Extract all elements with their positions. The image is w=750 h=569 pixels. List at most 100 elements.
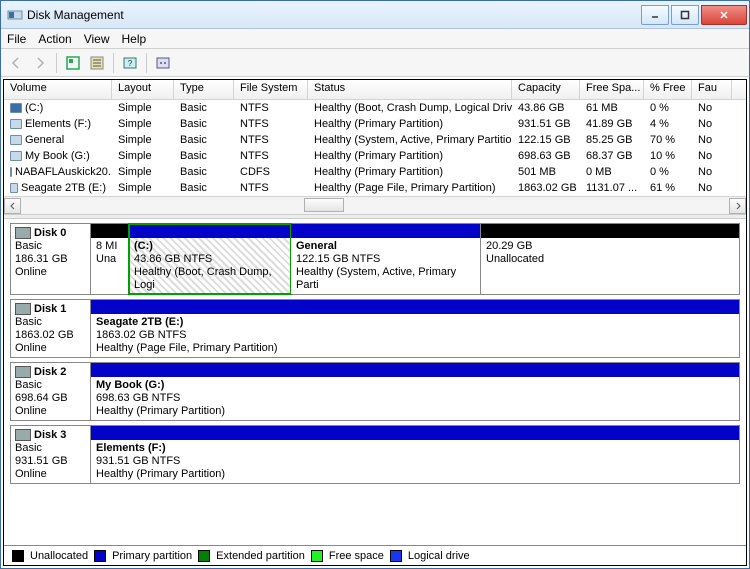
volume-row[interactable]: (C:)SimpleBasicNTFSHealthy (Boot, Crash … [4, 100, 746, 116]
volume-row[interactable]: Seagate 2TB (E:)SimpleBasicNTFSHealthy (… [4, 180, 746, 196]
content: Volume Layout Type File System Status Ca… [3, 79, 747, 566]
menu-view[interactable]: View [84, 32, 110, 46]
partition[interactable]: General122.15 GB NTFSHealthy (System, Ac… [291, 224, 481, 294]
back-button[interactable] [5, 52, 27, 74]
app-icon [7, 7, 23, 23]
partition[interactable]: My Book (G:)698.63 GB NTFSHealthy (Prima… [91, 363, 739, 420]
horizontal-scrollbar[interactable] [4, 196, 746, 214]
toolbar-separator [146, 53, 147, 73]
disk-name: Disk 3 [34, 429, 66, 442]
disk-info: Disk 3Basic931.51 GBOnline [11, 426, 91, 483]
menu-file[interactable]: File [7, 32, 26, 46]
scroll-left-button[interactable] [4, 198, 21, 214]
volume-fau: No [692, 134, 732, 146]
disk-row[interactable]: Disk 0Basic186.31 GBOnline8 MIUna(C:)43.… [10, 223, 740, 295]
volume-fs: NTFS [234, 182, 308, 194]
disk-row[interactable]: Disk 1Basic1863.02 GBOnlineSeagate 2TB (… [10, 299, 740, 358]
partition-stripe [129, 224, 290, 238]
toolbar-separator [113, 53, 114, 73]
legend-free: Free space [329, 550, 384, 562]
volume-pfree: 4 % [644, 118, 692, 130]
partition-stripe [291, 224, 480, 238]
partition[interactable]: 8 MIUna [91, 224, 129, 294]
partition-line2: Unallocated [486, 253, 544, 265]
volume-type: Basic [174, 166, 234, 178]
volume-name: (C:) [25, 102, 43, 114]
volume-row[interactable]: NABAFLAuskick20...SimpleBasicCDFSHealthy… [4, 164, 746, 180]
col-volume[interactable]: Volume [4, 80, 112, 99]
legend: Unallocated Primary partition Extended p… [4, 545, 746, 565]
disk-icon [15, 227, 31, 239]
col-freespace[interactable]: Free Spa... [580, 80, 644, 99]
volume-row[interactable]: GeneralSimpleBasicNTFSHealthy (System, A… [4, 132, 746, 148]
volume-pfree: 0 % [644, 102, 692, 114]
partition-line2: Una [96, 253, 116, 265]
partition-line1: 8 MI [96, 240, 117, 252]
properties-button[interactable] [86, 52, 108, 74]
legend-swatch-unallocated [12, 550, 24, 562]
partition-line1: 931.51 GB NTFS [96, 455, 180, 467]
partition[interactable]: 20.29 GBUnallocated [481, 224, 739, 294]
disk-status: Online [15, 405, 86, 418]
partition-line2: Healthy (Primary Partition) [96, 468, 225, 480]
menu-help[interactable]: Help [122, 32, 147, 46]
menu-action[interactable]: Action [38, 32, 71, 46]
col-fault[interactable]: Fau [692, 80, 732, 99]
partition-stripe [91, 363, 739, 377]
volume-layout: Simple [112, 166, 174, 178]
legend-extended: Extended partition [216, 550, 305, 562]
scroll-track[interactable] [21, 198, 729, 214]
volume-capacity: 43.86 GB [512, 102, 580, 114]
partition-line2: Healthy (System, Active, Primary Parti [296, 266, 456, 291]
help-button[interactable]: ? [119, 52, 141, 74]
forward-button[interactable] [29, 52, 51, 74]
disk-row[interactable]: Disk 2Basic698.64 GBOnlineMy Book (G:)69… [10, 362, 740, 421]
settings-button[interactable] [152, 52, 174, 74]
disk-status: Online [15, 468, 86, 481]
scroll-right-button[interactable] [729, 198, 746, 214]
col-type[interactable]: Type [174, 80, 234, 99]
disk-name: Disk 0 [34, 227, 66, 240]
scroll-thumb[interactable] [304, 198, 344, 212]
partition[interactable]: (C:)43.86 GB NTFSHealthy (Boot, Crash Du… [129, 224, 291, 294]
col-filesystem[interactable]: File System [234, 80, 308, 99]
partition[interactable]: Seagate 2TB (E:)1863.02 GB NTFSHealthy (… [91, 300, 739, 357]
volume-header: Volume Layout Type File System Status Ca… [4, 80, 746, 100]
partition-line1: 20.29 GB [486, 240, 532, 252]
window: Disk Management File Action View Help ? … [0, 0, 750, 569]
disk-pane[interactable]: Disk 0Basic186.31 GBOnline8 MIUna(C:)43.… [4, 219, 746, 545]
col-layout[interactable]: Layout [112, 80, 174, 99]
volume-status: Healthy (Primary Partition) [308, 166, 512, 178]
volume-status: Healthy (Primary Partition) [308, 150, 512, 162]
volume-fs: NTFS [234, 134, 308, 146]
partition-line1: 43.86 GB NTFS [134, 253, 212, 265]
maximize-button[interactable] [671, 5, 699, 25]
close-button[interactable] [701, 5, 747, 25]
volume-row[interactable]: Elements (F:)SimpleBasicNTFSHealthy (Pri… [4, 116, 746, 132]
disk-size: 931.51 GB [15, 455, 86, 468]
col-status[interactable]: Status [308, 80, 512, 99]
volume-row[interactable]: My Book (G:)SimpleBasicNTFSHealthy (Prim… [4, 148, 746, 164]
volume-fau: No [692, 102, 732, 114]
col-percent-free[interactable]: % Free [644, 80, 692, 99]
volume-list[interactable]: (C:)SimpleBasicNTFSHealthy (Boot, Crash … [4, 100, 746, 196]
disk-icon [15, 303, 31, 315]
volume-fau: No [692, 150, 732, 162]
volume-type: Basic [174, 102, 234, 114]
disk-partitions: Elements (F:)931.51 GB NTFSHealthy (Prim… [91, 426, 739, 483]
disk-status: Online [15, 342, 86, 355]
drive-icon [10, 103, 22, 113]
legend-swatch-logical [390, 550, 402, 562]
volume-free: 85.25 GB [580, 134, 644, 146]
disk-type: Basic [15, 240, 86, 253]
volume-fs: NTFS [234, 102, 308, 114]
partition-stripe [91, 224, 128, 238]
titlebar: Disk Management [1, 1, 749, 29]
volume-type: Basic [174, 182, 234, 194]
minimize-button[interactable] [641, 5, 669, 25]
volume-status: Healthy (Primary Partition) [308, 118, 512, 130]
refresh-button[interactable] [62, 52, 84, 74]
partition[interactable]: Elements (F:)931.51 GB NTFSHealthy (Prim… [91, 426, 739, 483]
col-capacity[interactable]: Capacity [512, 80, 580, 99]
disk-row[interactable]: Disk 3Basic931.51 GBOnlineElements (F:)9… [10, 425, 740, 484]
